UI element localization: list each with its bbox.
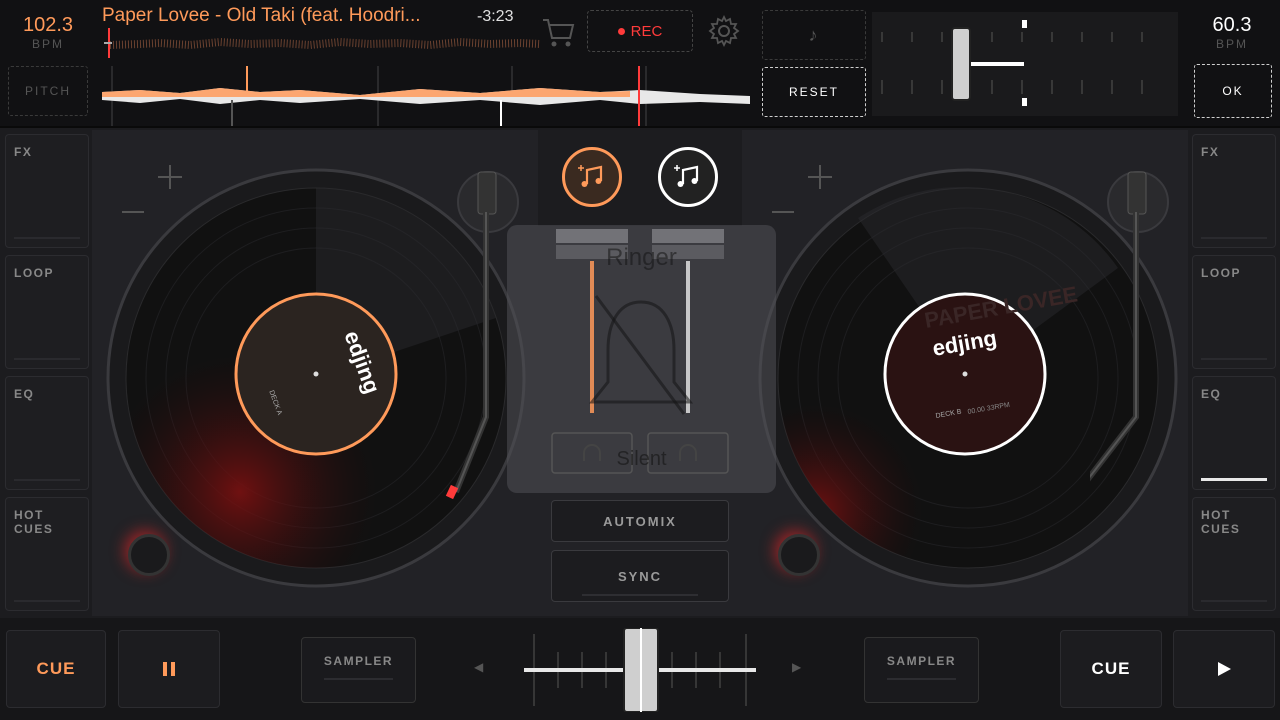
deck-b-music-note-button[interactable]: ♪ bbox=[762, 10, 866, 60]
deck-b-hot-cues-label: HOT CUES bbox=[1201, 508, 1241, 536]
deck-b-fx-label: FX bbox=[1201, 145, 1220, 159]
cart-icon[interactable] bbox=[540, 14, 576, 50]
mini-waveform bbox=[109, 37, 541, 50]
ringer-label: Ringer bbox=[606, 244, 677, 271]
deck-b-loop-button[interactable]: LOOP bbox=[1192, 255, 1276, 369]
play-icon bbox=[1218, 662, 1231, 676]
deck-b-bpm-display: 60.3 BPM bbox=[1190, 8, 1274, 58]
deck-a-fx-button[interactable]: FX bbox=[5, 134, 89, 248]
deck-a-sampler-label: SAMPLER bbox=[323, 654, 394, 668]
deck-b-reset-button[interactable]: RESET bbox=[762, 67, 866, 117]
deck-a-pitch-button[interactable]: PITCH bbox=[8, 66, 88, 116]
deck-a-eq-button[interactable]: EQ bbox=[5, 376, 89, 490]
crossfader-left-arrow-icon[interactable]: ◀ bbox=[474, 660, 483, 674]
deck-a-bpm-display: 102.3 BPM bbox=[6, 8, 90, 58]
deck-a-add-music-button[interactable] bbox=[562, 147, 622, 207]
record-button[interactable]: REC bbox=[587, 10, 693, 52]
add-music-icon bbox=[578, 165, 603, 187]
deck-b-add-music-button[interactable] bbox=[658, 147, 718, 207]
deck-b-scratch-knob[interactable] bbox=[778, 534, 820, 576]
deck-b-loop-label: LOOP bbox=[1201, 266, 1242, 280]
deck-b-cue-button[interactable]: CUE bbox=[1060, 630, 1162, 708]
sync-button[interactable]: SYNC bbox=[551, 550, 729, 602]
deck-b-eq-label: EQ bbox=[1201, 387, 1222, 401]
deck-a-scratch-knob[interactable] bbox=[128, 534, 170, 576]
crossfader-right-arrow-icon[interactable]: ▶ bbox=[792, 660, 801, 674]
deck-a-hot-cues-label: HOT CUES bbox=[14, 508, 54, 536]
deck-a-cue-button[interactable]: CUE bbox=[6, 630, 106, 708]
record-dot-icon bbox=[617, 27, 625, 35]
deck-a-bpm-label: BPM bbox=[31, 37, 64, 51]
sync-label: SYNC bbox=[617, 568, 663, 584]
deck-b-tonearm[interactable] bbox=[1090, 162, 1170, 512]
gear-icon[interactable] bbox=[707, 14, 741, 48]
deck-a-loop-label: LOOP bbox=[14, 266, 55, 280]
deck-b-hot-cues-button[interactable]: HOT CUES bbox=[1192, 497, 1276, 611]
deck-b-sampler-button[interactable]: SAMPLER bbox=[864, 637, 979, 703]
deck-a-time-remaining: -3:23 bbox=[477, 8, 514, 25]
crossfader[interactable] bbox=[520, 628, 760, 712]
record-label: REC bbox=[630, 22, 663, 40]
deck-a-bpm-value: 102.3 bbox=[22, 14, 74, 36]
deck-b-fx-button[interactable]: FX bbox=[1192, 134, 1276, 248]
deck-a-eq-label: EQ bbox=[14, 387, 35, 401]
pause-icon bbox=[163, 662, 175, 676]
deck-a-track-title[interactable]: Paper Lovee - Old Taki (feat. Hoodri... bbox=[102, 5, 421, 27]
deck-a-fx-label: FX bbox=[14, 145, 33, 159]
bell-muted-icon bbox=[588, 295, 694, 415]
deck-b-sampler-label: SAMPLER bbox=[886, 654, 957, 668]
music-note-icon: ♪ bbox=[808, 24, 820, 45]
automix-button[interactable]: AUTOMIX bbox=[551, 500, 729, 542]
add-music-icon bbox=[674, 165, 699, 187]
silent-label: Silent bbox=[616, 448, 667, 470]
deck-b-pitch-slider[interactable] bbox=[872, 12, 1178, 116]
deck-b-play-button[interactable] bbox=[1173, 630, 1275, 708]
deck-b-eq-button[interactable]: EQ bbox=[1192, 376, 1276, 490]
deck-a-sampler-button[interactable]: SAMPLER bbox=[301, 637, 416, 703]
deck-a-loop-button[interactable]: LOOP bbox=[5, 255, 89, 369]
automix-label: AUTOMIX bbox=[603, 513, 677, 529]
deck-a-play-pause-button[interactable] bbox=[118, 630, 220, 708]
deck-b-bpm-label: BPM bbox=[1215, 37, 1248, 51]
deck-b-ok-button[interactable]: OK bbox=[1194, 64, 1272, 118]
deck-b-bpm-value: 60.3 bbox=[1212, 14, 1252, 36]
deck-a-hot-cues-button[interactable]: HOT CUES bbox=[5, 497, 89, 611]
